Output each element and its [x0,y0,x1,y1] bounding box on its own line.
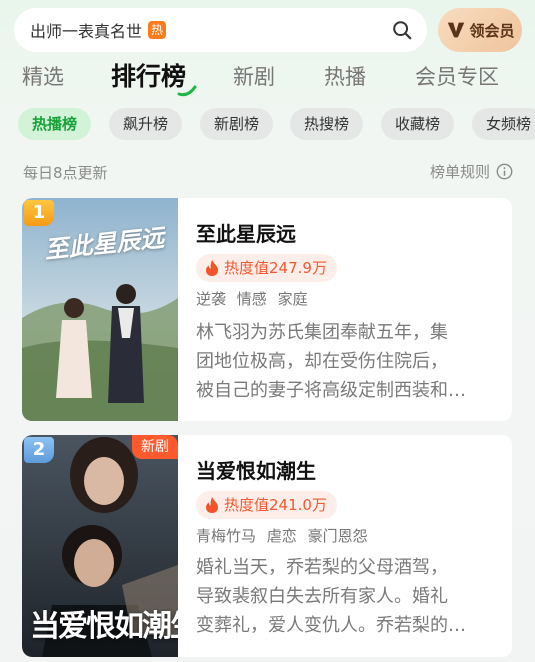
rules-link[interactable]: 榜单规则 [430,161,513,182]
chip-rising-list[interactable]: 飙升榜 [109,108,183,140]
drama-title: 当爱恨如潮生 [196,459,316,483]
tag: 虐恋 [266,527,297,545]
description-line: 团地位极高，却在受伤住院后， [196,351,448,372]
ranking-chips: 热播榜 飙升榜 新剧榜 热搜榜 收藏榜 女频榜 [0,108,535,140]
get-vip-label: 领会员 [469,21,515,40]
chip-search-list[interactable]: 热搜榜 [290,108,364,140]
heat-value: 热度值247.9万 [224,259,327,277]
drama-card[interactable]: 至此星辰远 1 至此星辰远 热度值247.9万 逆袭 情感 家庭 林飞羽为苏氏集… [22,198,512,421]
tag: 逆袭 [196,290,227,308]
vip-v-icon [448,22,465,38]
description-line: 变葬礼，爱人变仇人。乔若梨的… [196,615,466,636]
tab-featured[interactable]: 精选 [22,58,64,96]
new-drama-badge: 新剧 [132,435,178,459]
rank-badge: 2 [24,437,54,463]
description-line: 导致裴叙白失去所有家人。婚礼 [196,586,448,607]
tab-new-drama[interactable]: 新剧 [233,58,275,96]
tab-vip-zone[interactable]: 会员专区 [415,58,499,96]
description-line: 林飞羽为苏氏集团奉献五年，集 [196,322,448,343]
search-icon[interactable] [391,19,413,41]
update-time-text: 每日8点更新 [23,164,108,182]
heat-value-badge: 热度值241.0万 [196,491,337,519]
drama-description: 林飞羽为苏氏集团奉献五年，集 团地位极高，却在受伤住院后， 被自己的妻子将高级定… [196,318,496,405]
rules-label: 榜单规则 [429,163,490,181]
drama-card[interactable]: 当爱恨如潮生 2 新剧 当爱恨如潮生 热度值241.0万 青梅竹马 虐恋 豪门恩… [22,435,512,657]
card-body: 至此星辰远 热度值247.9万 逆袭 情感 家庭 林飞羽为苏氏集团奉献五年，集 … [196,198,500,421]
tag: 青梅竹马 [196,527,257,545]
chip-new-list[interactable]: 新剧榜 [200,108,274,140]
active-tab-indicator [177,85,197,97]
main-tabs: 精选 排行榜 新剧 热播 会员专区 [0,58,535,98]
drama-poster[interactable]: 当爱恨如潮生 2 新剧 [22,435,178,657]
card-body: 当爱恨如潮生 热度值241.0万 青梅竹马 虐恋 豪门恩怨 婚礼当天，乔若梨的父… [196,435,500,657]
get-vip-button[interactable]: 领会员 [438,8,522,52]
heat-value: 热度值241.0万 [224,496,327,514]
drama-tags: 逆袭 情感 家庭 [196,288,314,309]
tab-hot[interactable]: 热播 [324,58,366,96]
description-line: 被自己的妻子将高级定制西装和… [196,380,466,401]
flame-icon [206,260,218,276]
description-line: 婚礼当天，乔若梨的父母酒驾， [196,557,448,578]
tag: 豪门恩怨 [307,527,368,545]
drama-description: 婚礼当天，乔若梨的父母酒驾， 导致裴叙白失去所有家人。婚礼 变葬礼，爱人变仇人。… [196,553,496,640]
heat-value-badge: 热度值247.9万 [196,254,337,282]
drama-poster[interactable]: 至此星辰远 1 [22,198,178,421]
hot-tag: 热 [148,21,167,39]
chip-hot-list[interactable]: 热播榜 [18,108,92,140]
rank-badge: 1 [24,200,54,226]
info-icon [496,163,513,180]
tag: 情感 [236,290,267,308]
poster-title-art: 当爱恨如潮生 [30,609,178,644]
tag: 家庭 [277,290,308,308]
search-box[interactable]: 出师一表真名世 热 [14,8,427,52]
search-hint-text: 出师一表真名世 [30,22,143,41]
top-bar: 出师一表真名世 热 领会员 [14,8,522,52]
flame-icon [206,497,218,513]
drama-tags: 青梅竹马 虐恋 豪门恩怨 [196,525,374,546]
chip-favorite-list[interactable]: 收藏榜 [381,108,455,140]
tab-ranking[interactable]: 排行榜 [111,58,186,96]
drama-title: 至此星辰远 [196,222,296,246]
chip-female-list[interactable]: 女频榜 [472,108,535,140]
